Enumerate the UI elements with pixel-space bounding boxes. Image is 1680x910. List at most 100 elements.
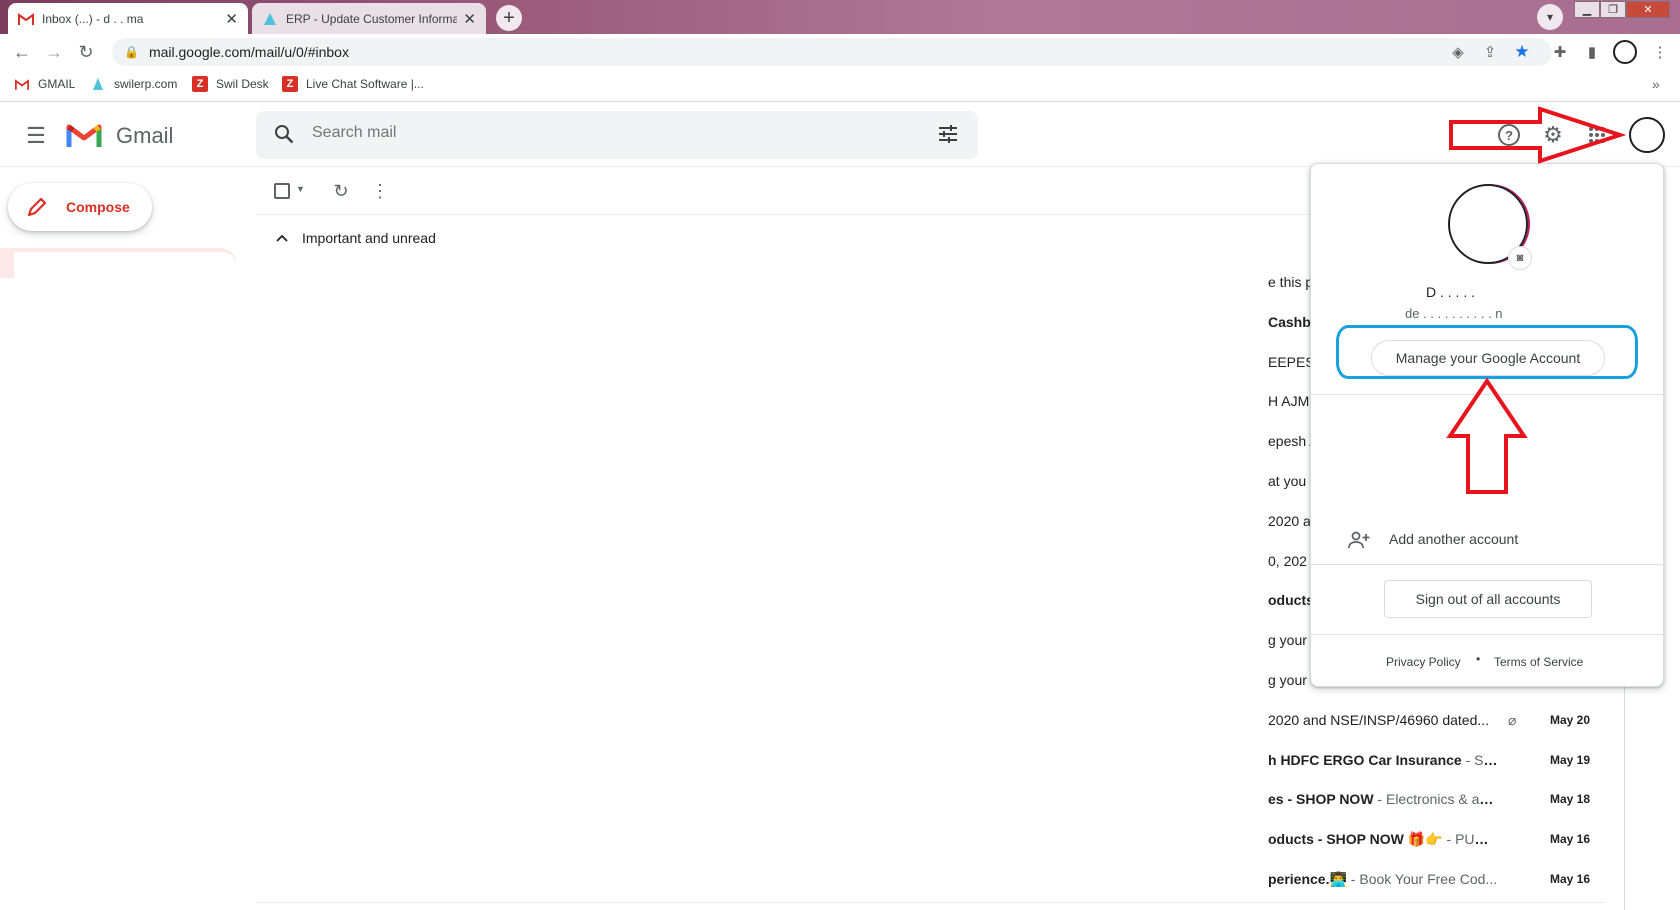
browser-profile-icon[interactable] [1613,40,1637,64]
gmail-favicon-icon [18,12,34,25]
mail-subject: 2020 and NSE/INSP/46960 dated... [1268,700,1489,740]
main-menu-icon[interactable]: ☰ [22,122,50,150]
browser-tab-strip: Inbox (...) - d . . ma ✕ ERP - Update Cu… [0,0,1680,34]
mail-subject-text: g your [1268,632,1307,649]
mail-subject: 0, 202 [1268,541,1307,581]
reload-icon[interactable]: ↻ [74,40,98,64]
erp-favicon-icon [262,12,278,26]
close-window-icon[interactable]: ✕ [1626,1,1670,18]
mail-subject: perience.👨‍💻 - Book Your Free Cod... [1268,859,1497,899]
new-tab-button[interactable]: + [496,5,522,31]
pencil-icon [26,196,48,218]
more-options-icon[interactable]: ⋮ [371,180,389,202]
tab-close-icon[interactable]: ✕ [225,10,238,28]
mail-subject: H AJM [1268,381,1309,421]
mail-subject: EEPES [1268,342,1315,382]
url-text: mail.google.com/mail/u/0/#inbox [148,44,349,60]
mail-subject-text: H AJM [1268,393,1310,410]
account-avatar[interactable] [1629,117,1665,153]
address-bar[interactable]: 🔒 mail.google.com/mail/u/0/#inbox [112,38,1552,66]
mail-row[interactable]: 2020 and NSE/INSP/46960 dated... ⌀ May 20 [1268,700,1608,740]
list-bottom-divider [256,902,1606,903]
add-another-account-label[interactable]: Add another account [1389,531,1518,547]
refresh-icon[interactable]: ↻ [330,180,352,202]
sign-out-all-button[interactable]: Sign out of all accounts [1384,580,1592,618]
mail-subject: oducts [1268,580,1314,620]
mail-subject-text: 2020 a [1268,512,1311,529]
mail-date: May 18 [1550,792,1591,807]
mail-date: May 19 [1550,752,1591,767]
attachment-clip-icon[interactable]: ⌀ [1508,712,1516,729]
gmail-wordmark[interactable]: Gmail [116,123,173,149]
extensions-icon[interactable]: ✚ [1548,40,1572,64]
mail-snippet: - Sav... [1465,751,1498,768]
bookmark-label: Swil Desk [216,77,269,91]
mail-date: May 16 [1550,832,1591,847]
account-name: D . . . . . [1426,284,1476,300]
tab-search-chevron-icon[interactable]: ▾ [1537,4,1563,30]
bookmark-star-icon[interactable]: ★ [1510,40,1534,64]
account-email: de . . . . . . . . . . n [1405,306,1503,321]
annotation-arrow-right-icon [1449,106,1626,164]
bookmark-swilerp[interactable]: swilerp.com [90,76,177,92]
bookmark-live-chat[interactable]: Z Live Chat Software |... [282,76,424,92]
bookmark-swil-desk[interactable]: Z Swil Desk [192,76,269,92]
bookmark-gmail[interactable]: GMAIL [14,76,75,92]
privacy-policy-link[interactable]: Privacy Policy [1386,655,1461,669]
mail-subject: g your [1268,620,1307,660]
collapse-section-icon[interactable] [274,230,290,246]
mail-subject: es - SHOP NOW - Electronics & acc... [1268,779,1498,819]
footer-separator: • [1476,652,1481,666]
bookmark-label: Live Chat Software |... [306,77,424,91]
mail-subject-text: 2020 and NSE/INSP/46960 dated... [1268,711,1490,728]
section-title[interactable]: Important and unread [302,230,436,246]
search-icon[interactable] [272,122,296,146]
tab-gmail-inbox[interactable]: Inbox (...) - d . . ma ✕ [8,3,248,34]
z-icon: Z [192,76,208,92]
mail-subject: h HDFC ERGO Car Insurance - Sav... [1268,740,1498,780]
popup-divider [1311,564,1663,565]
tab-close-icon[interactable]: ✕ [463,10,476,28]
browser-menu-icon[interactable]: ⋮ [1648,40,1672,64]
side-panel-icon[interactable]: ▮ [1580,40,1604,64]
mail-subject: at you [1268,461,1306,501]
mail-row[interactable]: h HDFC ERGO Car Insurance - Sav... May 19 [1268,740,1608,780]
mail-subject-text: es - SHOP NOW [1268,791,1374,808]
mail-snippet: - Book Your Free Cod... [1346,871,1498,887]
forward-icon[interactable]: → [42,40,66,64]
terms-of-service-link[interactable]: Terms of Service [1494,655,1583,669]
mail-date: May 16 [1550,872,1591,886]
search-input[interactable] [312,124,912,142]
lock-icon: 🔒 [124,45,139,59]
select-all-checkbox[interactable] [274,183,290,199]
mail-row[interactable]: perience.👨‍💻 - Book Your Free Cod... May … [1268,859,1608,899]
share-icon[interactable]: ⇪ [1478,40,1502,64]
compose-button[interactable]: Compose [8,183,152,231]
select-dropdown-icon[interactable]: ▼ [296,184,305,194]
annotation-blue-highlight [1336,325,1638,379]
back-icon[interactable]: ← [10,40,34,64]
mail-subject-text: e this p [1268,274,1314,290]
mail-subject: g your [1268,660,1307,700]
mail-subject-text: h HDFC ERGO Car Insurance [1268,751,1462,768]
bookmarks-overflow-icon[interactable]: » [1652,76,1660,92]
bookmark-label: swilerp.com [114,77,178,91]
site-info-icon[interactable]: ◈ [1446,40,1470,64]
mail-row[interactable]: es - SHOP NOW - Electronics & acc... May … [1268,779,1608,819]
mail-subject-text: oducts - SHOP NOW 🎁👉 [1268,831,1443,848]
search-options-icon[interactable] [936,122,960,146]
add-person-icon [1348,530,1370,550]
compose-label: Compose [66,199,130,215]
mail-subject-text: oducts [1268,592,1314,609]
camera-icon[interactable]: ◙ [1508,246,1532,270]
mail-subject-text: g your [1268,672,1307,688]
gmail-logo-icon[interactable] [66,121,102,149]
minimize-window-icon[interactable]: ▁ [1574,1,1600,18]
swilerp-icon [90,76,106,92]
restore-window-icon[interactable]: ❐ [1600,1,1626,18]
mail-subject-text: EEPES [1268,353,1315,370]
mail-row[interactable]: oducts - SHOP NOW 🎁👉 - PUMA... May 16 [1268,819,1608,859]
tab-erp[interactable]: ERP - Update Customer Informat ✕ [252,3,486,34]
mail-snippet: - Electronics & acc... [1373,791,1498,808]
tab-title: ERP - Update Customer Informat [286,11,458,26]
